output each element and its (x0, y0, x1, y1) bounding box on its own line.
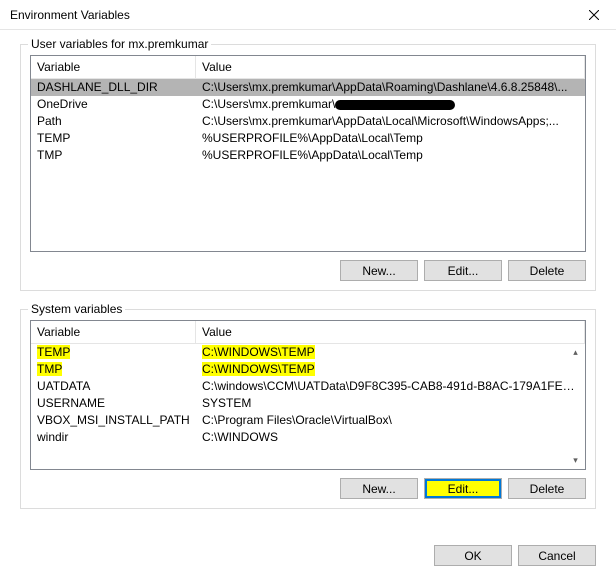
close-button[interactable] (571, 0, 616, 30)
system-variables-body: TEMP C:\WINDOWS\TEMP TMP C:\WINDOWS\TEMP… (31, 344, 585, 446)
cell-variable: Path (31, 113, 196, 130)
user-variables-table[interactable]: Variable Value DASHLANE_DLL_DIR C:\Users… (30, 55, 586, 252)
column-header-variable[interactable]: Variable (31, 321, 196, 343)
table-row[interactable]: VBOX_MSI_INSTALL_PATH C:\Program Files\O… (31, 412, 585, 429)
cell-value: C:\WINDOWS\TEMP (196, 361, 585, 378)
table-row[interactable]: USERNAME SYSTEM (31, 395, 585, 412)
table-row[interactable]: Path C:\Users\mx.premkumar\AppData\Local… (31, 113, 585, 130)
cell-value: C:\Users\mx.premkumar\AppData\Roaming\Da… (196, 79, 585, 96)
new-button[interactable]: New... (340, 478, 418, 499)
system-variables-table[interactable]: Variable Value TEMP C:\WINDOWS\TEMP TMP … (30, 320, 586, 470)
table-header: Variable Value (31, 56, 585, 79)
dialog-button-row: OK Cancel (0, 537, 616, 578)
dialog-content: User variables for mx.premkumar Variable… (0, 30, 616, 537)
user-variables-group: User variables for mx.premkumar Variable… (20, 44, 596, 291)
cell-value: C:\Users\mx.premkumar\ (196, 96, 585, 113)
table-row[interactable]: windir C:\WINDOWS (31, 429, 585, 446)
cell-value: C:\WINDOWS (196, 429, 585, 446)
ok-button[interactable]: OK (434, 545, 512, 566)
table-row[interactable]: OneDrive C:\Users\mx.premkumar\ (31, 96, 585, 113)
cell-variable: windir (31, 429, 196, 446)
scrollbar[interactable]: ▴ ▾ (567, 345, 584, 468)
scroll-up-icon[interactable]: ▴ (568, 345, 583, 360)
edit-button[interactable]: Edit... (424, 260, 502, 281)
cancel-button[interactable]: Cancel (518, 545, 596, 566)
table-row[interactable]: TMP %USERPROFILE%\AppData\Local\Temp (31, 147, 585, 164)
cell-value: C:\Users\mx.premkumar\AppData\Local\Micr… (196, 113, 585, 130)
delete-button[interactable]: Delete (508, 478, 586, 499)
delete-button[interactable]: Delete (508, 260, 586, 281)
new-button[interactable]: New... (340, 260, 418, 281)
close-icon (589, 10, 599, 20)
cell-value: C:\WINDOWS\TEMP (196, 344, 585, 361)
titlebar: Environment Variables (0, 0, 616, 30)
cell-value: C:\windows\CCM\UATData\D9F8C395-CAB8-491… (196, 378, 585, 395)
table-row[interactable]: TEMP %USERPROFILE%\AppData\Local\Temp (31, 130, 585, 147)
cell-variable: DASHLANE_DLL_DIR (31, 79, 196, 96)
system-variables-label: System variables (28, 302, 125, 316)
table-row[interactable]: TMP C:\WINDOWS\TEMP (31, 361, 585, 378)
cell-variable: USERNAME (31, 395, 196, 412)
table-row[interactable]: TEMP C:\WINDOWS\TEMP (31, 344, 585, 361)
user-variables-label: User variables for mx.premkumar (28, 37, 211, 51)
cell-variable: UATDATA (31, 378, 196, 395)
column-header-value[interactable]: Value (196, 56, 585, 78)
table-header: Variable Value (31, 321, 585, 344)
column-header-variable[interactable]: Variable (31, 56, 196, 78)
user-variables-body: DASHLANE_DLL_DIR C:\Users\mx.premkumar\A… (31, 79, 585, 164)
cell-value: %USERPROFILE%\AppData\Local\Temp (196, 130, 585, 147)
table-row[interactable]: UATDATA C:\windows\CCM\UATData\D9F8C395-… (31, 378, 585, 395)
scroll-down-icon[interactable]: ▾ (568, 453, 583, 468)
cell-value: SYSTEM (196, 395, 585, 412)
cell-value: C:\Program Files\Oracle\VirtualBox\ (196, 412, 585, 429)
redacted-text (335, 100, 455, 110)
column-header-value[interactable]: Value (196, 321, 585, 343)
cell-variable: TMP (31, 361, 196, 378)
system-buttons-row: New... Edit... Delete (30, 478, 586, 499)
window-title: Environment Variables (10, 8, 130, 22)
cell-variable: TEMP (31, 344, 196, 361)
edit-button[interactable]: Edit... (424, 478, 502, 499)
cell-variable: OneDrive (31, 96, 196, 113)
cell-variable: TMP (31, 147, 196, 164)
cell-variable: TEMP (31, 130, 196, 147)
system-variables-group: System variables Variable Value TEMP C:\… (20, 309, 596, 509)
cell-value: %USERPROFILE%\AppData\Local\Temp (196, 147, 585, 164)
cell-variable: VBOX_MSI_INSTALL_PATH (31, 412, 196, 429)
table-row[interactable]: DASHLANE_DLL_DIR C:\Users\mx.premkumar\A… (31, 79, 585, 96)
user-buttons-row: New... Edit... Delete (30, 260, 586, 281)
